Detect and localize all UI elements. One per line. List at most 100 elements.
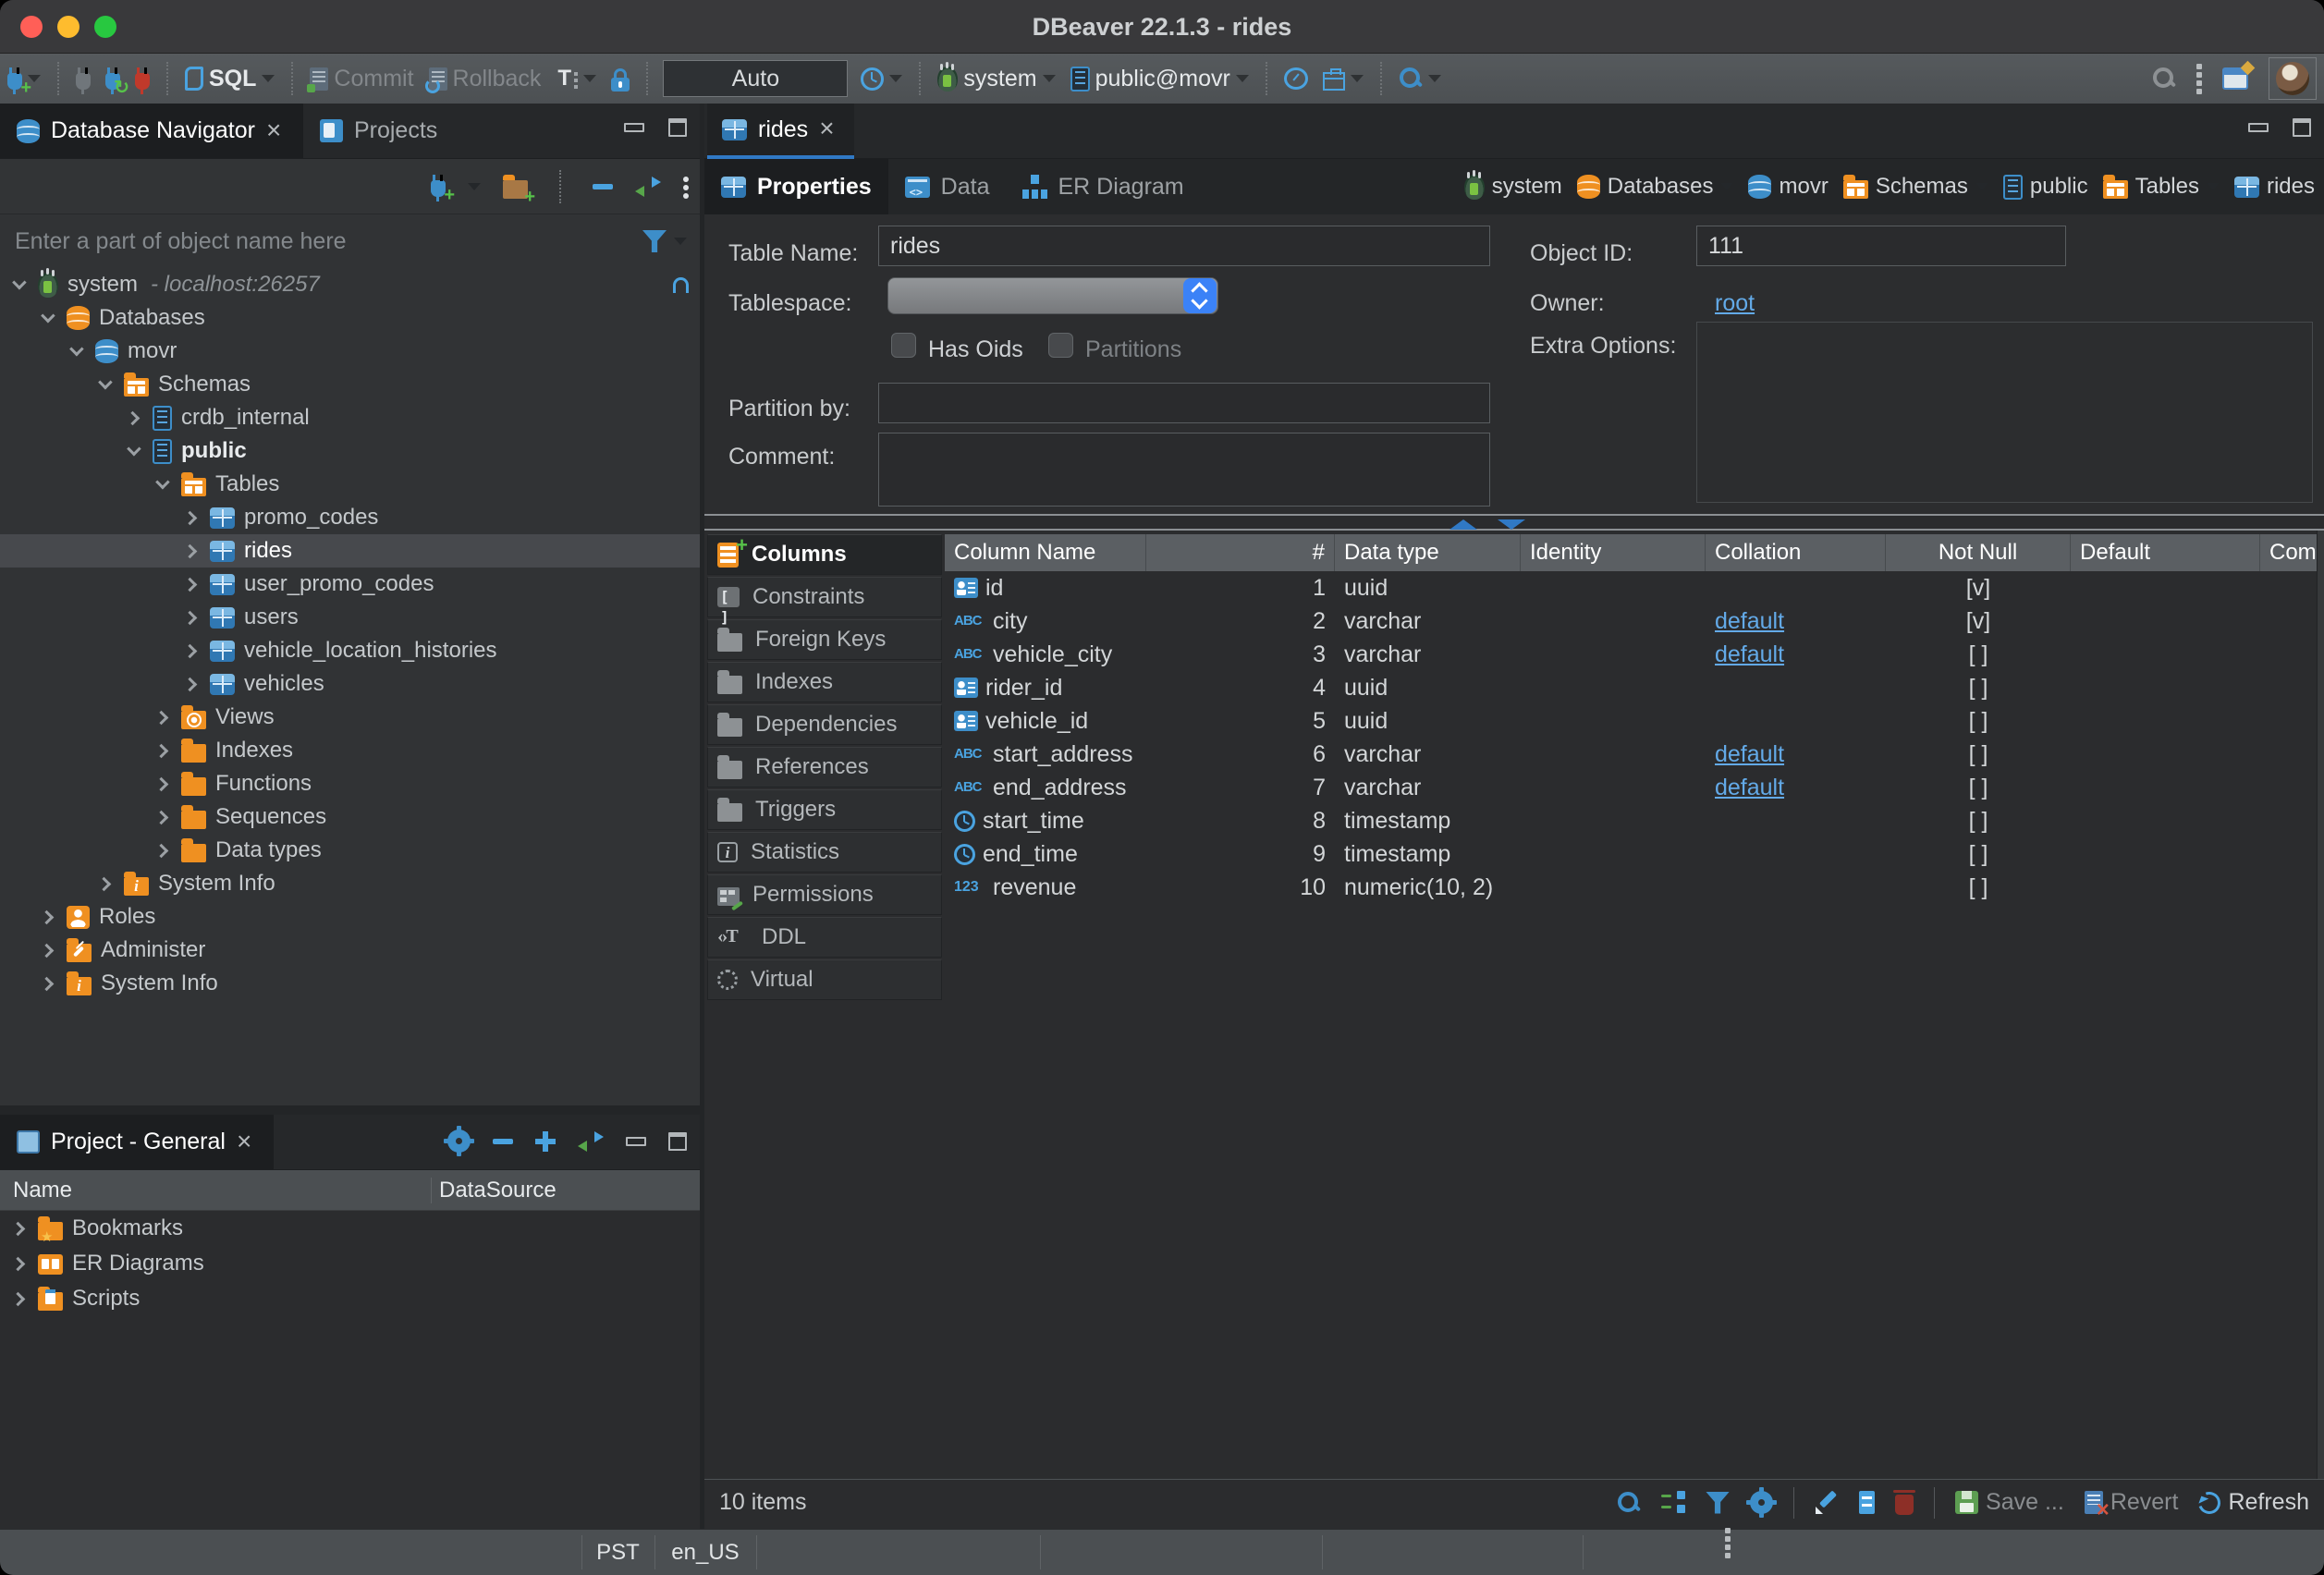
form-table-sash[interactable] bbox=[704, 514, 2324, 531]
rollback-button[interactable]: Rollback bbox=[422, 57, 549, 100]
stepper-icon[interactable] bbox=[1183, 278, 1217, 313]
expand-all-icon[interactable] bbox=[535, 1131, 556, 1152]
chevron-right-icon[interactable] bbox=[11, 1291, 26, 1306]
comment-textarea[interactable] bbox=[878, 433, 1490, 507]
chevron-right-icon[interactable] bbox=[97, 876, 112, 891]
sql-editor-button[interactable]: SQL bbox=[177, 57, 282, 100]
section-indexes[interactable]: Indexes bbox=[707, 662, 942, 702]
new-connection-button[interactable]: + bbox=[0, 57, 48, 100]
compare-button[interactable] bbox=[1315, 57, 1371, 100]
chevron-right-icon[interactable] bbox=[11, 1221, 26, 1236]
partitions-checkbox[interactable] bbox=[1048, 333, 1073, 358]
sidebar-item-tables[interactable]: Tables bbox=[0, 468, 700, 501]
sidebar-item-system-info-db[interactable]: System Info bbox=[0, 867, 700, 900]
locale-status[interactable]: en_US bbox=[654, 1530, 756, 1575]
column-header[interactable]: Collation bbox=[1706, 534, 1886, 571]
collation-link[interactable]: default bbox=[1715, 641, 1784, 667]
chevron-down-icon[interactable] bbox=[2207, 183, 2220, 190]
chevron-right-icon[interactable] bbox=[183, 643, 198, 658]
project-item-scripts[interactable]: Scripts bbox=[0, 1281, 700, 1316]
tab-data[interactable]: Data bbox=[888, 159, 1007, 214]
chevron-down-icon[interactable] bbox=[69, 341, 84, 356]
add-column-icon[interactable] bbox=[1859, 1491, 1875, 1514]
sidebar-item-system-info[interactable]: System Info bbox=[0, 967, 700, 1000]
chevron-down-icon[interactable] bbox=[98, 374, 113, 389]
close-icon[interactable] bbox=[266, 121, 287, 141]
chevron-down-icon[interactable] bbox=[1428, 75, 1441, 82]
reconnect-button[interactable]: ↻ bbox=[98, 57, 128, 100]
section-constraints[interactable]: Constraints bbox=[707, 577, 942, 617]
chevron-right-icon[interactable] bbox=[154, 743, 169, 758]
grid-settings-icon[interactable] bbox=[1750, 1491, 1773, 1514]
table-row[interactable]: vehicle_city 3 varchar default [ ] bbox=[945, 638, 2317, 671]
collapse-all-icon[interactable] bbox=[493, 1139, 513, 1144]
breadcrumb-schemas[interactable]: Schemas bbox=[1840, 174, 1992, 200]
owner-link[interactable]: root bbox=[1715, 290, 1755, 317]
chevron-right-icon[interactable] bbox=[154, 843, 169, 858]
disconnect-button[interactable] bbox=[128, 57, 157, 100]
gear-icon[interactable] bbox=[447, 1129, 471, 1153]
chevron-down-icon[interactable] bbox=[1720, 183, 1733, 190]
sidebar-item-rides[interactable]: rides bbox=[0, 534, 700, 568]
sidebar-item-users[interactable]: users bbox=[0, 601, 700, 634]
grid-filter-icon[interactable] bbox=[1706, 1492, 1730, 1514]
object-filter-input[interactable] bbox=[13, 227, 642, 256]
chevron-down-icon[interactable] bbox=[1351, 75, 1364, 82]
commit-mode-combo[interactable]: Auto bbox=[663, 60, 848, 97]
table-row[interactable]: end_time 9 timestamp [ ] bbox=[945, 837, 2317, 871]
section-dependencies[interactable]: Dependencies bbox=[707, 704, 942, 745]
section-permissions[interactable]: Permissions bbox=[707, 874, 942, 915]
transaction-history-button[interactable] bbox=[853, 57, 910, 100]
table-row[interactable]: city 2 varchar default [v] bbox=[945, 604, 2317, 638]
collapse-down-icon[interactable] bbox=[1498, 519, 1525, 530]
tab-rides[interactable]: rides bbox=[707, 104, 854, 159]
chevron-right-icon[interactable] bbox=[40, 943, 55, 958]
column-header[interactable]: Not Null bbox=[1886, 534, 2071, 571]
table-row[interactable]: start_address 6 varchar default [ ] bbox=[945, 738, 2317, 771]
sidebar-item-functions[interactable]: Functions bbox=[0, 767, 700, 800]
section-virtual[interactable]: Virtual bbox=[707, 959, 942, 1000]
tab-database-navigator[interactable]: Database Navigator bbox=[0, 104, 303, 158]
minimize-panel-icon[interactable] bbox=[624, 123, 644, 132]
breadcrumb-databases[interactable]: Databases bbox=[1573, 174, 1738, 200]
collapse-up-icon[interactable] bbox=[1449, 519, 1477, 530]
vertical-scrollbar[interactable] bbox=[2317, 531, 2324, 1479]
tab-project-general[interactable]: Project - General bbox=[0, 1115, 274, 1169]
chevron-right-icon[interactable] bbox=[11, 1256, 26, 1271]
toolbar-overflow-icon[interactable] bbox=[2196, 64, 2202, 69]
breadcrumb-rides[interactable]: rides bbox=[2231, 174, 2318, 200]
chevron-down-icon[interactable] bbox=[1236, 75, 1249, 82]
edit-icon[interactable] bbox=[1815, 1491, 1839, 1515]
chevron-right-icon[interactable] bbox=[126, 410, 141, 425]
breadcrumb-movr[interactable]: movr bbox=[1744, 174, 1831, 200]
chevron-right-icon[interactable] bbox=[183, 543, 198, 558]
table-row[interactable]: rider_id 4 uuid [ ] bbox=[945, 671, 2317, 704]
filter-icon[interactable] bbox=[642, 230, 667, 252]
section-columns[interactable]: Columns bbox=[707, 534, 942, 575]
maximize-panel-icon[interactable] bbox=[668, 118, 687, 137]
maximize-panel-icon[interactable] bbox=[668, 1132, 687, 1151]
active-schema-combo[interactable]: public@movr bbox=[1063, 57, 1256, 100]
collation-link[interactable]: default bbox=[1715, 741, 1784, 767]
sidebar-item-views[interactable]: Views bbox=[0, 701, 700, 734]
chevron-right-icon[interactable] bbox=[40, 976, 55, 991]
new-connection-icon[interactable]: + bbox=[431, 180, 446, 197]
collapse-all-icon[interactable] bbox=[593, 184, 613, 189]
delete-icon[interactable] bbox=[1895, 1495, 1914, 1515]
extra-options-box[interactable] bbox=[1696, 322, 2313, 503]
transaction-log-button[interactable] bbox=[548, 57, 604, 100]
revert-button[interactable]: Revert bbox=[2085, 1489, 2179, 1516]
section-references[interactable]: References bbox=[707, 747, 942, 788]
profile-button[interactable] bbox=[2269, 57, 2317, 100]
chevron-down-icon[interactable] bbox=[127, 441, 141, 456]
tab-er-diagram[interactable]: ER Diagram bbox=[1006, 159, 1200, 214]
chevron-down-icon[interactable] bbox=[155, 474, 170, 489]
view-menu-icon[interactable] bbox=[683, 177, 689, 182]
chevron-down-icon[interactable] bbox=[583, 75, 596, 82]
breadcrumb-system[interactable]: system bbox=[1461, 174, 1566, 200]
chevron-right-icon[interactable] bbox=[40, 910, 55, 924]
column-header[interactable]: # bbox=[1146, 534, 1335, 571]
sidebar-item-user-promo-codes[interactable]: user_promo_codes bbox=[0, 568, 700, 601]
table-row[interactable]: end_address 7 varchar default [ ] bbox=[945, 771, 2317, 804]
link-with-editor-icon[interactable] bbox=[578, 1131, 604, 1152]
